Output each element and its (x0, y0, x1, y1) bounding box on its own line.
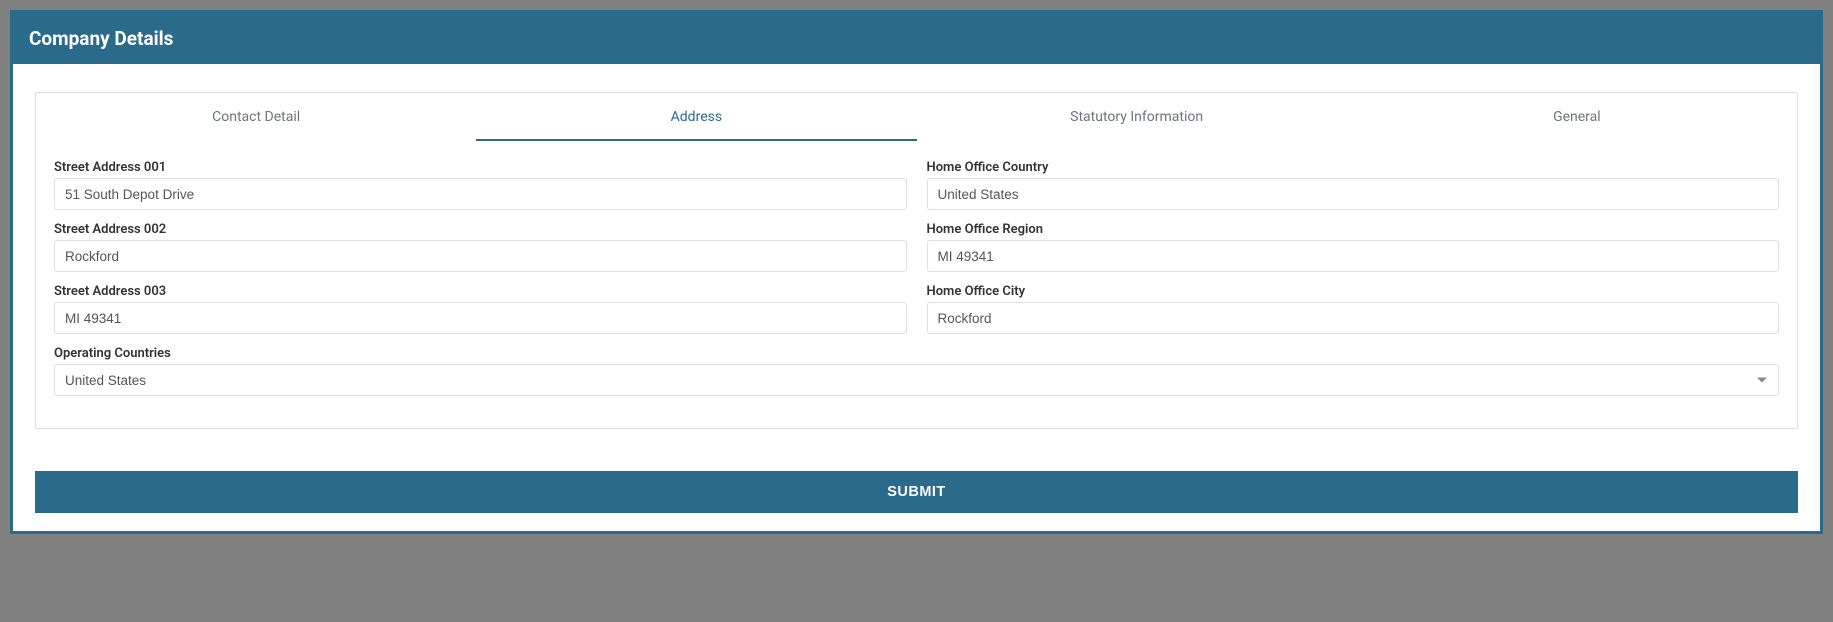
tab-label: Statutory Information (1070, 109, 1203, 125)
tab-contact-detail[interactable]: Contact Detail (36, 93, 476, 141)
tab-statutory-information[interactable]: Statutory Information (917, 93, 1357, 141)
company-details-panel: Company Details Contact Detail Address S… (10, 10, 1823, 534)
operating-countries-label: Operating Countries (54, 346, 1779, 361)
street-address-002-label: Street Address 002 (54, 222, 907, 237)
submit-button-label: Submit (887, 484, 946, 500)
panel-body: Contact Detail Address Statutory Informa… (13, 64, 1820, 531)
street-address-001-input[interactable] (54, 178, 907, 210)
operating-countries-value[interactable] (54, 364, 1779, 396)
home-office-region-label: Home Office Region (927, 222, 1780, 237)
street-address-001-label: Street Address 001 (54, 160, 907, 175)
street-address-003-input[interactable] (54, 302, 907, 334)
operating-countries-select[interactable] (54, 364, 1779, 396)
tab-label: General (1553, 109, 1601, 125)
form-card: Contact Detail Address Statutory Informa… (35, 92, 1798, 429)
home-office-city-label: Home Office City (927, 284, 1780, 299)
street-address-002-input[interactable] (54, 240, 907, 272)
address-form: Street Address 001 Street Address 002 St… (36, 142, 1797, 396)
tab-general[interactable]: General (1357, 93, 1797, 141)
home-office-region-input[interactable] (927, 240, 1780, 272)
street-address-003-label: Street Address 003 (54, 284, 907, 299)
tabs: Contact Detail Address Statutory Informa… (36, 93, 1797, 142)
home-office-city-input[interactable] (927, 302, 1780, 334)
panel-title: Company Details (29, 27, 173, 50)
home-office-country-label: Home Office Country (927, 160, 1780, 175)
tab-label: Contact Detail (212, 109, 300, 125)
tab-address[interactable]: Address (476, 93, 916, 141)
tab-label: Address (671, 109, 722, 125)
home-office-country-input[interactable] (927, 178, 1780, 210)
submit-button[interactable]: Submit (35, 471, 1798, 513)
panel-header: Company Details (13, 13, 1820, 64)
